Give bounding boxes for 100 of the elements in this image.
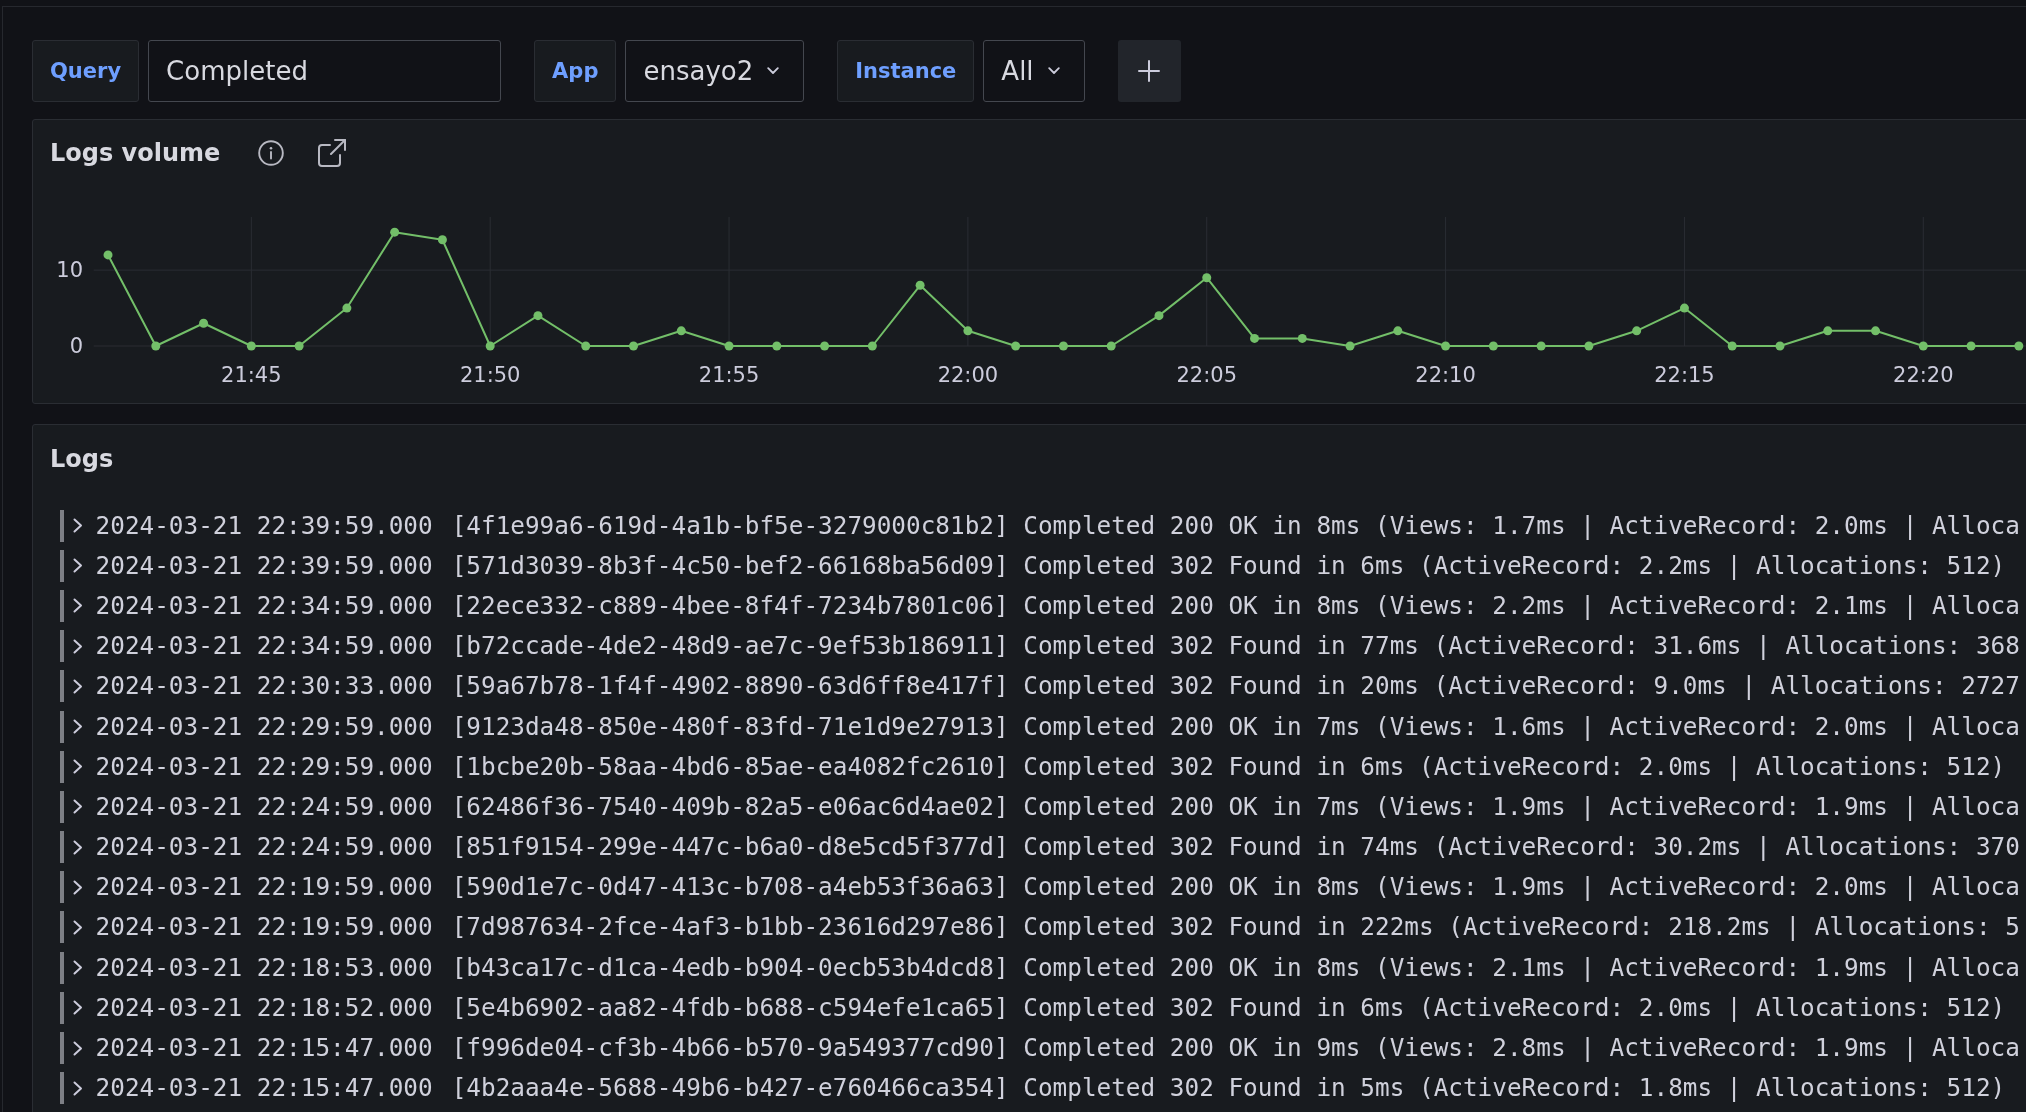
data-point bbox=[294, 341, 304, 351]
log-level-bar bbox=[60, 911, 64, 944]
dropdown-select[interactable]: All bbox=[983, 40, 1085, 102]
log-level-bar bbox=[60, 790, 64, 823]
chevron-right-icon[interactable] bbox=[73, 879, 83, 895]
plus-icon bbox=[1138, 60, 1161, 82]
data-point bbox=[1393, 326, 1403, 336]
filter-label: Instance bbox=[837, 40, 975, 102]
data-point bbox=[151, 341, 161, 351]
log-timestamp: 2024-03-21 22:19:59.000 bbox=[95, 912, 433, 943]
log-message: [590d1e7c-0d47-413c-b708-a4eb53f36a63] Completed 200 OK in 8ms (Views: 1.9ms | ActiveRecord: 2.0ms | Alloca bbox=[451, 872, 2020, 903]
data-point bbox=[1058, 341, 1068, 351]
log-level-bar bbox=[60, 509, 64, 542]
log-level-bar bbox=[60, 630, 64, 663]
data-point bbox=[1632, 326, 1642, 336]
log-level-bar bbox=[60, 589, 64, 622]
log-timestamp: 2024-03-21 22:34:59.000 bbox=[95, 631, 433, 662]
data-point bbox=[629, 341, 638, 351]
data-point bbox=[485, 341, 495, 351]
chevron-right-icon[interactable] bbox=[73, 678, 83, 694]
data-point bbox=[676, 326, 686, 336]
chevron-right-icon[interactable] bbox=[73, 1040, 83, 1056]
log-timestamp: 2024-03-21 22:39:59.000 bbox=[95, 510, 433, 541]
log-timestamp: 2024-03-21 22:18:53.000 bbox=[95, 952, 433, 983]
log-level-bar bbox=[60, 1072, 64, 1105]
data-point bbox=[2014, 341, 2024, 351]
data-point bbox=[820, 341, 830, 351]
data-point bbox=[1202, 273, 1212, 283]
log-timestamp: 2024-03-21 22:15:47.000 bbox=[95, 1073, 433, 1104]
x-axis-label: 22:05 bbox=[1176, 363, 1237, 387]
log-timestamp: 2024-03-21 22:29:59.000 bbox=[95, 751, 433, 782]
chevron-right-icon[interactable] bbox=[73, 518, 83, 534]
data-point bbox=[1679, 303, 1689, 313]
log-message: [4f1e99a6-619d-4a1b-bf5e-3279000c81b2] Completed 200 OK in 8ms (Views: 1.7ms | ActiveRecord: 2.0ms | Alloca bbox=[451, 510, 2020, 541]
chevron-right-icon[interactable] bbox=[73, 919, 83, 935]
chevron-right-icon[interactable] bbox=[73, 598, 83, 614]
log-message: [571d3039-8b3f-4c50-bef2-66168ba56d09] Completed 302 Found in 6ms (ActiveRecord: 2.2ms | Allocations: 512) bbox=[451, 550, 2006, 581]
log-timestamp: 2024-03-21 22:29:59.000 bbox=[95, 711, 433, 742]
x-axis-label: 21:55 bbox=[698, 363, 760, 387]
data-point bbox=[103, 250, 113, 260]
chevron-down-icon bbox=[1047, 67, 1060, 75]
data-point bbox=[1345, 341, 1355, 351]
log-timestamp: 2024-03-21 22:19:59.000 bbox=[95, 872, 433, 903]
data-point bbox=[533, 311, 543, 321]
panel-title: Logs volume bbox=[50, 138, 221, 169]
data-point bbox=[724, 341, 734, 351]
chevron-right-icon[interactable] bbox=[73, 719, 83, 735]
log-message: [5e4b6902-aa82-4fdb-b688-c594efe1ca65] Completed 302 Found in 6ms (ActiveRecord: 2.0ms | Allocations: 512) bbox=[451, 992, 2006, 1023]
dropdown-select[interactable]: ensayo2 bbox=[625, 40, 805, 102]
text-input[interactable]: Completed bbox=[148, 40, 502, 102]
chevron-right-icon[interactable] bbox=[73, 1000, 83, 1016]
x-axis-label: 22:20 bbox=[1893, 363, 1954, 387]
chevron-right-icon[interactable] bbox=[73, 638, 83, 654]
chevron-right-icon[interactable] bbox=[73, 960, 83, 976]
data-point bbox=[342, 303, 352, 313]
log-message: [851f9154-299e-447c-b6a0-d8e5cd5f377d] Completed 302 Found in 74ms (ActiveRecord: 30.2ms | Allocations: 370 bbox=[451, 832, 2020, 863]
log-level-bar bbox=[60, 951, 64, 984]
chevron-right-icon[interactable] bbox=[73, 759, 83, 775]
data-point bbox=[1871, 326, 1880, 336]
log-message: [59a67b78-1f4f-4902-8890-63d6ff8e417f] Completed 302 Found in 20ms (ActiveRecord: 9.0ms | Allocations: 2727 bbox=[451, 671, 2020, 702]
chevron-right-icon[interactable] bbox=[73, 1080, 83, 1096]
panel-title: Logs bbox=[50, 444, 114, 475]
data-point bbox=[1154, 311, 1164, 321]
add-button[interactable] bbox=[1117, 40, 1181, 102]
data-point bbox=[1966, 341, 1976, 351]
log-level-bar bbox=[60, 991, 64, 1024]
log-message: [f996de04-cf3b-4b66-b570-9a549377cd90] Completed 200 OK in 9ms (Views: 2.8ms | ActiveRecord: 1.9ms | Alloca bbox=[451, 1033, 2020, 1064]
chevron-down-icon bbox=[767, 67, 780, 75]
data-point bbox=[199, 318, 209, 328]
chevron-right-icon[interactable] bbox=[73, 839, 83, 855]
log-message: [62486f36-7540-409b-82a5-e06ac6d4ae02] Completed 200 OK in 7ms (Views: 1.9ms | ActiveRecord: 1.9ms | Alloca bbox=[451, 791, 2020, 822]
log-level-bar bbox=[60, 831, 64, 864]
log-timestamp: 2024-03-21 22:39:59.000 bbox=[95, 550, 433, 581]
x-axis-label: 21:50 bbox=[459, 363, 521, 387]
log-level-bar bbox=[60, 750, 64, 783]
data-point bbox=[1727, 341, 1737, 351]
chevron-right-icon[interactable] bbox=[73, 558, 83, 574]
filter-label: Query bbox=[32, 40, 140, 102]
filter-label: App bbox=[534, 40, 617, 102]
log-message: [22ece332-c889-4bee-8f4f-7234b7801c06] Completed 200 OK in 8ms (Views: 2.2ms | ActiveRecord: 2.1ms | Alloca bbox=[451, 590, 2020, 621]
log-level-bar bbox=[60, 549, 64, 582]
log-message: [b72ccade-4de2-48d9-ae7c-9ef53b186911] Completed 302 Found in 77ms (ActiveRecord: 31.6ms | Allocations: 368 bbox=[451, 631, 2020, 662]
x-axis-label: 22:10 bbox=[1415, 363, 1476, 387]
external-link-icon[interactable] bbox=[318, 139, 347, 167]
data-point bbox=[1775, 341, 1785, 351]
data-point bbox=[581, 341, 591, 351]
log-level-bar bbox=[60, 670, 64, 703]
log-timestamp: 2024-03-21 22:30:33.000 bbox=[95, 671, 433, 702]
chevron-right-icon[interactable] bbox=[73, 799, 83, 815]
log-message: [b43ca17c-d1ca-4edb-b904-0ecb53b4dcd8] Completed 200 OK in 8ms (Views: 2.1ms | ActiveRecord: 1.9ms | Alloca bbox=[451, 952, 2020, 983]
x-axis-label: 22:00 bbox=[937, 363, 999, 387]
log-message: [1bcbe20b-58aa-4bd6-85ae-ea4082fc2610] Completed 302 Found in 6ms (ActiveRecord: 2.0ms | Allocations: 512) bbox=[451, 751, 2006, 782]
log-timestamp: 2024-03-21 22:24:59.000 bbox=[95, 791, 433, 822]
data-point bbox=[1536, 341, 1546, 351]
x-axis-label: 22:15 bbox=[1654, 363, 1715, 387]
data-point bbox=[1918, 341, 1928, 351]
data-point bbox=[963, 326, 973, 336]
data-point bbox=[437, 235, 447, 245]
data-point bbox=[390, 227, 400, 237]
info-icon[interactable] bbox=[258, 140, 285, 166]
